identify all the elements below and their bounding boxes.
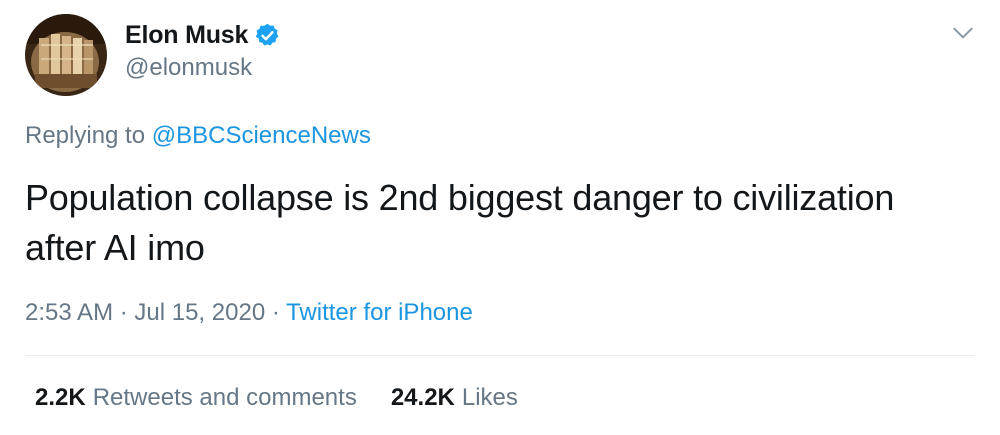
tweet-source-link[interactable]: Twitter for iPhone [286,299,473,326]
verified-badge-icon [255,23,279,46]
likes-count: 24.2K [390,384,455,411]
likes-label: Likes [461,384,518,411]
tweet-time[interactable]: 2:53 AM [25,299,113,326]
reply-mention-link[interactable]: @BBCScienceNews [152,122,371,149]
retweets-count: 2.2K [35,384,86,411]
meta-separator: · [113,299,135,326]
avatar[interactable] [25,14,107,96]
retweets-stat[interactable]: 2.2K Retweets and comments [35,384,357,412]
tweet-text: Population collapse is 2nd biggest dange… [25,177,895,268]
tweet-date[interactable]: Jul 15, 2020 [134,299,265,326]
replying-to-prefix: Replying to [25,122,146,149]
tweet-meta: 2:53 AM · Jul 15, 2020 · Twitter for iPh… [25,299,473,327]
meta-separator: · [265,299,287,326]
avatar-image [25,14,107,96]
divider [25,355,975,356]
tweet-card: Elon Musk @elonmusk Replying to @BBCScie… [0,0,1000,435]
author-name-row[interactable]: Elon Musk [125,19,281,51]
chevron-down-icon[interactable] [950,20,976,46]
replying-to: Replying to @BBCScienceNews [25,122,371,150]
author-handle[interactable]: @elonmusk [125,54,252,82]
author-display-name[interactable]: Elon Musk [125,21,248,50]
likes-stat[interactable]: 24.2K Likes [391,384,518,412]
retweets-label: Retweets and comments [92,384,357,411]
tweet-stats: 2.2K Retweets and comments 24.2K Likes [35,384,518,412]
